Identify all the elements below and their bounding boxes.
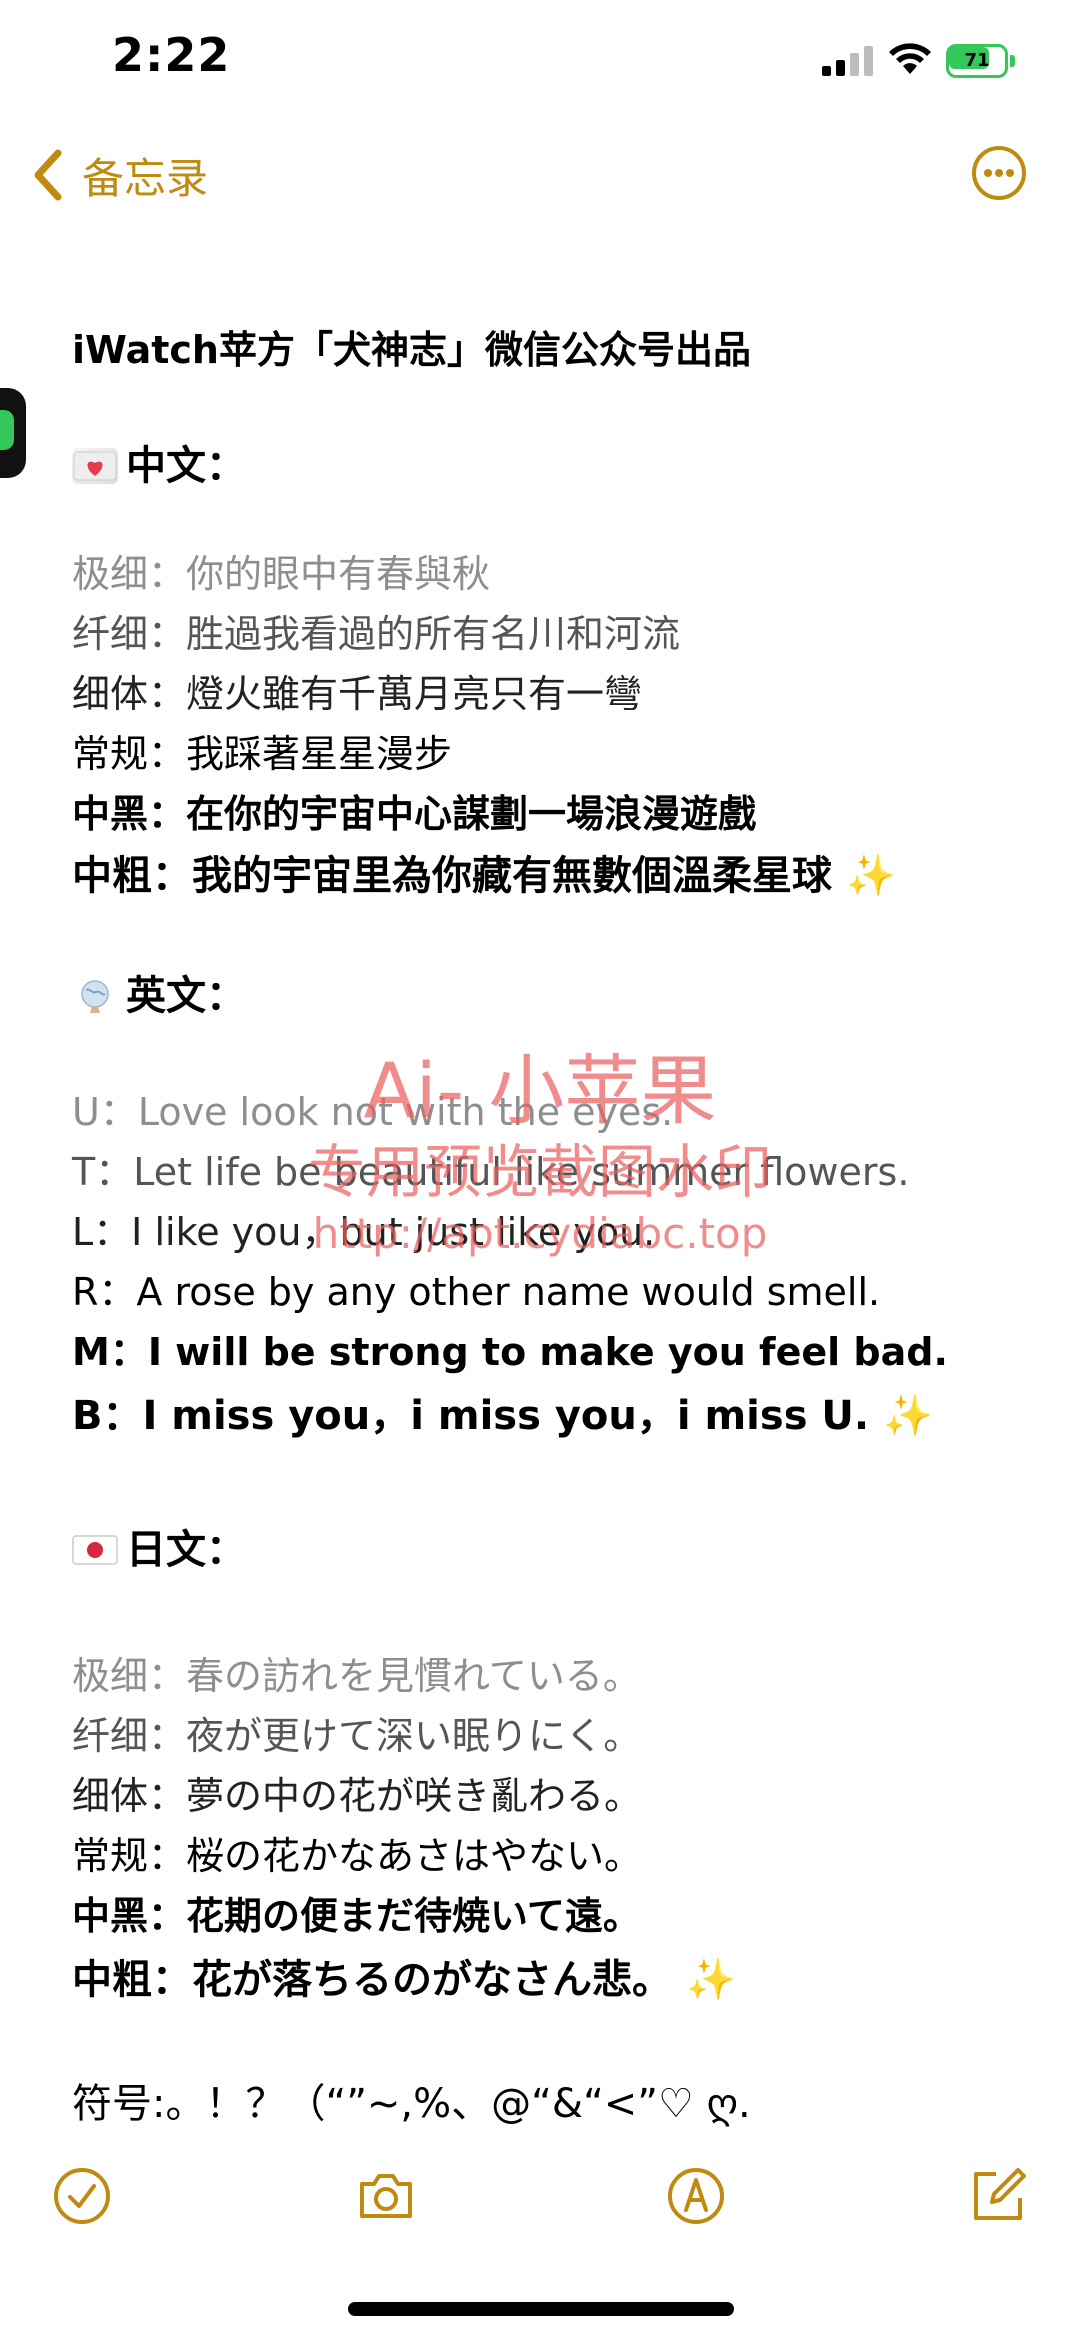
chevron-left-icon [34,149,62,201]
japanese-line-semibold: 中粗：花が落ちるのがなさん悲。 ✨ [72,1954,736,2006]
chinese-line-semibold: 中粗：我的宇宙里為你藏有無數個溫柔星球 ✨ [72,850,896,902]
status-time: 2:22 [112,28,231,82]
camera-icon[interactable] [354,2164,418,2228]
back-label: 备忘录 [82,153,209,203]
section-heading-english: 英文： [72,970,246,1022]
sparkles-icon: ✨ [686,1957,736,2003]
section-heading-japanese: 日文： [72,1524,246,1576]
english-line-light: L：I like you，but just like you. [72,1210,656,1254]
japan-flag-icon [72,1532,118,1568]
nav-bar: 备忘录 [0,130,1080,220]
more-options-icon[interactable] [970,144,1028,202]
english-line-medium: M：I will be strong to make you feel bad. [72,1330,948,1374]
section-heading-label: 日文： [126,1527,246,1573]
chinese-line-regular: 常规：我踩著星星漫步 [72,732,453,776]
checklist-icon[interactable] [50,2164,114,2228]
battery-tip [1010,55,1015,67]
battery-level: 71 [964,50,990,71]
heart-letter-icon [72,448,118,484]
compose-icon[interactable] [966,2164,1030,2228]
note-title: iWatch苹方「犬神志」微信公众号出品 [72,328,751,372]
facetime-indicator-icon [0,410,14,450]
chinese-line-ultralight: 极细：你的眼中有春與秋 [72,552,491,596]
markup-pen-icon[interactable] [664,2164,728,2228]
cellular-signal-icon [822,46,873,76]
chinese-line-light: 细体：燈火雖有千萬月亮只有一彎 [72,672,643,716]
japanese-line-medium: 中黑：花期の便まだ待焼いて遠。 [72,1894,641,1938]
japanese-line-regular: 常规：桜の花かなあさはやない。 [72,1834,643,1878]
section-heading-chinese: 中文： [72,440,246,492]
sparkles-icon: ✨ [846,853,896,899]
section-heading-label: 中文： [126,443,246,489]
chinese-line-medium: 中黑：在你的宇宙中心謀劃一場浪漫遊戲 [72,792,757,836]
english-line-semibold: B：I miss you，i miss you，i miss U. ✨ [72,1390,933,1442]
japanese-line-ultralight: 极细：春の訪れを見慣れている。 [72,1654,641,1698]
back-button[interactable]: 备忘录 [28,140,208,210]
status-bar: 2:22 71 [0,0,1080,120]
chinese-line-semibold-text: 中粗：我的宇宙里為你藏有無數個溫柔星球 [72,853,832,899]
english-line-ultralight: U：Love look not with the eyes. [72,1090,674,1134]
home-indicator[interactable] [348,2302,734,2316]
japanese-line-semibold-text: 中粗：花が落ちるのがなさん悲。 [72,1957,672,2003]
japanese-line-thin: 纤细：夜が更けて深い眠りにく。 [72,1714,642,1758]
bottom-toolbar [0,2150,1080,2260]
battery-indicator: 71 [946,44,1018,78]
section-heading-label: 英文： [126,973,246,1019]
japanese-line-light: 细体：夢の中の花が咲き亂わる。 [72,1774,643,1818]
english-line-thin: T：Let life be beautiful like summer flow… [72,1150,910,1194]
symbols-line: 符号:。！？（“”~,%、@“&“<”♡ ღ. [72,2081,751,2127]
english-line-semibold-text: B：I miss you，i miss you，i miss U. [72,1393,870,1439]
globe-icon [72,978,118,1014]
chinese-line-thin: 纤细：胜過我看過的所有名川和河流 [72,612,681,656]
floating-app-tab[interactable] [0,388,26,478]
wifi-icon [889,43,931,74]
sparkles-icon: ✨ [883,1393,933,1439]
english-line-regular: R：A rose by any other name would smell. [72,1270,881,1314]
